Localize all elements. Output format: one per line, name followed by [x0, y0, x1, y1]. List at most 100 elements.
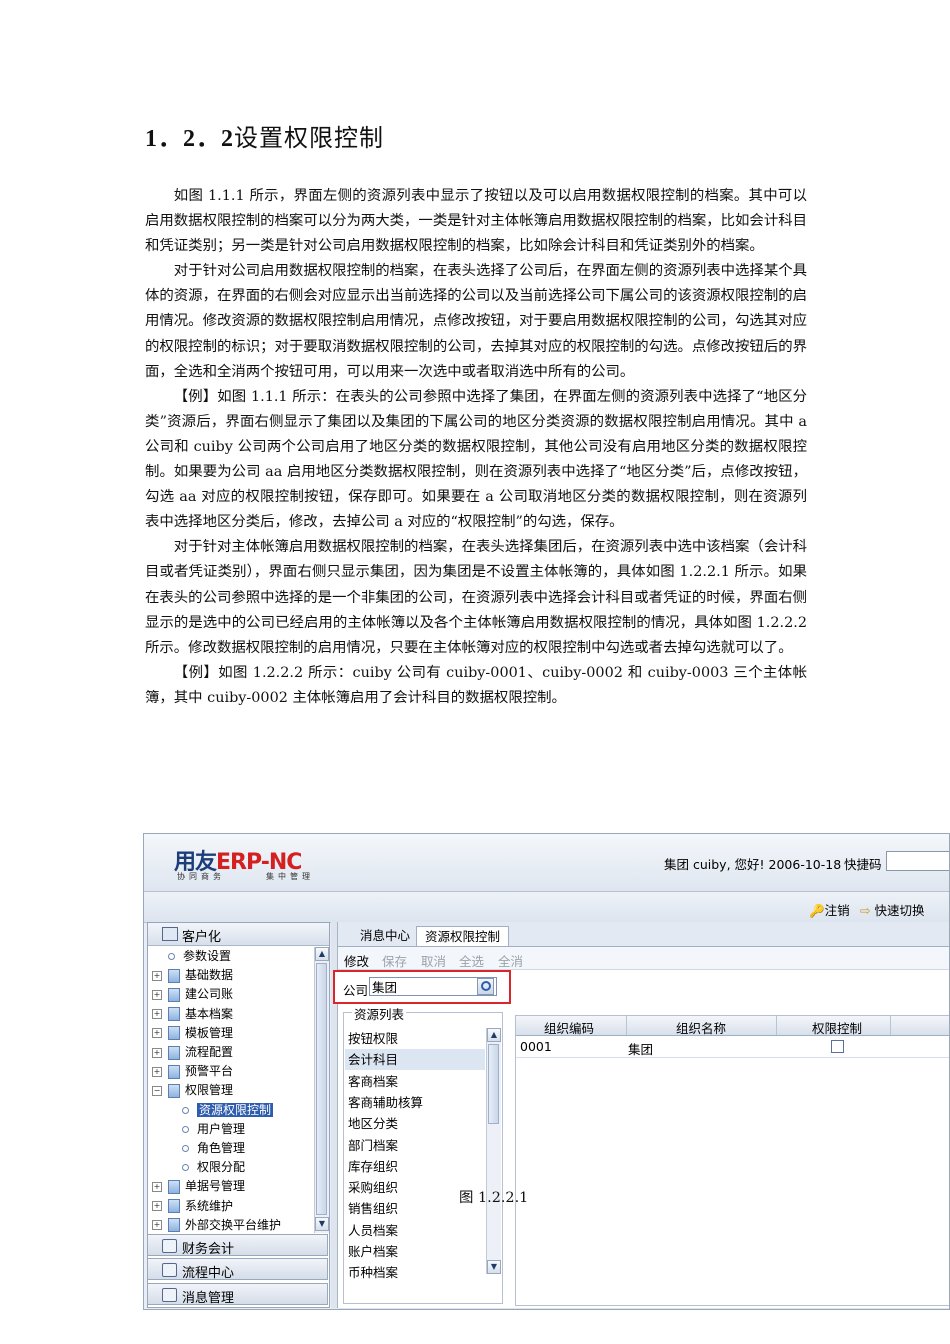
- resource-item[interactable]: 账户档案: [345, 1241, 485, 1262]
- quick-switch-button[interactable]: ⇨ 快速切换: [860, 900, 924, 919]
- column-header: 组织名称: [676, 1021, 727, 1036]
- tree-item[interactable]: 参数设置: [152, 947, 231, 966]
- tree-item[interactable]: + 基础数据: [152, 966, 233, 985]
- expand-icon[interactable]: +: [152, 1047, 162, 1058]
- accordion-finance[interactable]: 财务会计: [147, 1234, 328, 1257]
- column-divider[interactable]: [776, 1016, 777, 1035]
- scroll-down-icon[interactable]: ▼: [315, 1217, 329, 1231]
- resource-item[interactable]: 按钮权限: [345, 1028, 485, 1049]
- tree-item-label: 权限分配: [197, 1160, 246, 1175]
- tree-item-label: 预警平台: [185, 1064, 234, 1079]
- leaf-icon: [182, 1125, 189, 1133]
- figure-caption: 图 1.2.2.1: [459, 1190, 529, 1206]
- collapse-icon[interactable]: −: [152, 1085, 162, 1096]
- folder-icon: [168, 1083, 180, 1098]
- search-icon[interactable]: [477, 978, 494, 995]
- save-button[interactable]: 保存: [382, 951, 407, 970]
- leaf-icon: [182, 1145, 189, 1152]
- scroll-down-icon[interactable]: ▼: [487, 1260, 501, 1274]
- resource-item[interactable]: 客商辅助核算: [345, 1092, 485, 1113]
- deselect-all-button[interactable]: 全消: [498, 951, 523, 970]
- resource-scrollbar[interactable]: ▲ ▼: [486, 1028, 501, 1274]
- tree-item[interactable]: + 预警平台: [152, 1062, 233, 1081]
- section-title: 设置权限控制: [234, 124, 384, 152]
- logo-subtitle-left: 协同商务: [177, 872, 225, 881]
- tree-scrollbar[interactable]: ▲ ▼: [314, 947, 329, 1233]
- tree-item-label: 角色管理: [197, 1141, 246, 1155]
- column-divider[interactable]: [626, 1016, 627, 1035]
- tree-item[interactable]: + 系统维护: [152, 1197, 233, 1216]
- resource-list: 资源列表 按钮权限 会计科目 客商档案 客商辅助核算 地区分类 部门档案 库存组织 采购组织销…: [343, 1004, 503, 1304]
- tree-item-label: 外部交换平台维护: [185, 1217, 282, 1232]
- expand-icon[interactable]: +: [152, 1066, 162, 1077]
- body-text: 如图 1.1.1 所示，界面左侧的资源列表中显示了按钮以及可以启用数据权限控制的…: [145, 184, 807, 711]
- tree-item[interactable]: + 单据号管理: [152, 1177, 245, 1196]
- leaf-icon: [182, 1106, 189, 1114]
- process-icon: [162, 1263, 177, 1277]
- table-row[interactable]: 0001 集团: [516, 1036, 949, 1058]
- folder-icon: [168, 1045, 180, 1060]
- scroll-thumb[interactable]: [316, 963, 327, 1215]
- erp-screenshot: 用友ERP-NC 协同商务 集中管理 集团 cuiby, 您好! 2006-10…: [143, 833, 950, 1310]
- quick-code-input[interactable]: [886, 851, 949, 871]
- folder-icon: [168, 1064, 180, 1079]
- org-code-cell: 0001: [520, 1039, 552, 1054]
- main-panel: 消息中心 资源权限控制 修改 保存 取消 全选 全消 公司 集团 资源列表 按钮…: [333, 922, 949, 1308]
- tree-item[interactable]: 角色管理: [182, 1139, 245, 1158]
- expand-icon[interactable]: +: [152, 1009, 162, 1020]
- tree-item[interactable]: + 建公司账: [152, 985, 233, 1004]
- resource-item[interactable]: 人员档案: [345, 1220, 485, 1241]
- users-icon: [162, 1239, 177, 1253]
- logout-button[interactable]: 🔑注销: [809, 900, 850, 919]
- folder-icon: [168, 1199, 180, 1214]
- scroll-up-icon[interactable]: ▲: [487, 1028, 501, 1042]
- resource-item[interactable]: 币种档案: [345, 1262, 485, 1283]
- expand-icon[interactable]: +: [152, 970, 162, 981]
- expand-icon[interactable]: +: [152, 1028, 162, 1039]
- tree-item-label: 模板管理: [185, 1025, 234, 1040]
- resource-item[interactable]: 客商档案: [345, 1071, 485, 1092]
- accordion-message[interactable]: 消息管理: [147, 1283, 328, 1306]
- tree-item[interactable]: 权限分配: [182, 1158, 245, 1177]
- customize-icon: [162, 927, 178, 941]
- company-label: 公司: [343, 983, 369, 998]
- logo-subtitle-right: 集中管理: [266, 872, 314, 881]
- tree-item[interactable]: + 流程配置: [152, 1043, 233, 1062]
- column-header: 组织编码: [544, 1021, 595, 1036]
- scroll-up-icon[interactable]: ▲: [315, 947, 329, 961]
- permission-table: 组织编码 组织名称 权限控制 0001 集团: [515, 1015, 949, 1306]
- tab-message-center[interactable]: 消息中心: [352, 926, 418, 946]
- permission-checkbox[interactable]: [831, 1040, 844, 1053]
- horizontal-scrollbar[interactable]: [338, 1308, 949, 1309]
- expand-icon[interactable]: +: [152, 989, 162, 1000]
- resource-list-title: 资源列表: [352, 1004, 407, 1023]
- tree-item-label: 基本档案: [185, 1006, 234, 1021]
- resource-item[interactable]: 库存组织: [345, 1156, 485, 1177]
- tab-resource-permission[interactable]: 资源权限控制: [416, 926, 510, 946]
- tree-item-label: 权限管理: [185, 1083, 234, 1098]
- resource-item[interactable]: 会计科目: [345, 1049, 485, 1071]
- resource-item[interactable]: 部门档案: [345, 1135, 485, 1156]
- switch-icon: ⇨: [860, 903, 871, 918]
- left-panel-header[interactable]: 客户化: [148, 923, 329, 946]
- cancel-button[interactable]: 取消: [421, 951, 446, 970]
- tree-item[interactable]: − 权限管理: [152, 1081, 233, 1100]
- expand-icon[interactable]: +: [152, 1220, 162, 1231]
- select-all-button[interactable]: 全选: [459, 951, 484, 970]
- tree-item[interactable]: + 模板管理: [152, 1024, 233, 1043]
- expand-icon[interactable]: +: [152, 1201, 162, 1212]
- tree-item[interactable]: + 基本档案: [152, 1005, 233, 1024]
- expand-icon[interactable]: +: [152, 1181, 162, 1192]
- resource-item[interactable]: 地区分类: [345, 1113, 485, 1134]
- tree-item-label: 流程配置: [185, 1045, 234, 1059]
- edit-button[interactable]: 修改: [344, 951, 369, 970]
- greeting-text: 集团 cuiby, 您好! 2006-10-18: [664, 857, 842, 872]
- app-header: 用友ERP-NC 协同商务 集中管理 集团 cuiby, 您好! 2006-10…: [144, 834, 949, 892]
- tree-item[interactable]: 用户管理: [182, 1120, 245, 1139]
- tree-item-label: 系统维护: [185, 1198, 234, 1213]
- scroll-thumb[interactable]: [488, 1044, 499, 1124]
- tree-item[interactable]: 资源权限控制: [182, 1101, 274, 1120]
- accordion-process-center[interactable]: 流程中心: [147, 1258, 328, 1281]
- column-divider[interactable]: [890, 1016, 891, 1035]
- tree-item[interactable]: + 外部交换平台维护: [152, 1216, 281, 1235]
